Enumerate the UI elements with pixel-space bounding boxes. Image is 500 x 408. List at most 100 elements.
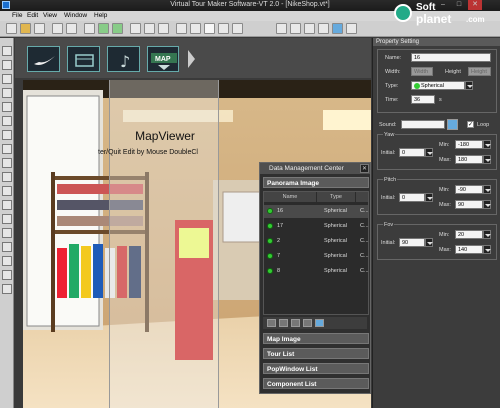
yaw-max-label: Max: bbox=[439, 157, 451, 163]
strip-next-arrow-icon[interactable] bbox=[188, 50, 195, 68]
swap-icon[interactable] bbox=[290, 23, 301, 34]
yaw-max-field[interactable]: 180 bbox=[455, 155, 483, 164]
refresh-icon[interactable] bbox=[315, 319, 324, 327]
col-extra-header[interactable] bbox=[356, 192, 368, 202]
yaw-min-field[interactable]: -180 bbox=[455, 140, 483, 149]
hotspot-tool-icon[interactable] bbox=[2, 74, 12, 84]
sphere-icon bbox=[414, 83, 420, 89]
video-tool-icon[interactable] bbox=[2, 172, 12, 182]
dmc-close-button[interactable]: ✕ bbox=[360, 164, 369, 173]
new-file-icon[interactable] bbox=[6, 23, 17, 34]
fov-max-field[interactable]: 140 bbox=[455, 245, 483, 254]
table-row[interactable]: 7 Spherical C... bbox=[264, 250, 369, 263]
table-row[interactable]: 16 Spherical C... bbox=[264, 205, 369, 218]
table-tool-icon[interactable] bbox=[2, 242, 12, 252]
move-up-icon[interactable] bbox=[291, 319, 300, 327]
fov-initial-dropdown-icon[interactable] bbox=[425, 238, 433, 247]
cut-icon[interactable] bbox=[84, 23, 95, 34]
link-tool-icon[interactable] bbox=[2, 144, 12, 154]
col-name-header[interactable]: Name bbox=[264, 192, 316, 202]
check-all-icon[interactable] bbox=[112, 23, 123, 34]
pitch-max-dropdown-icon[interactable] bbox=[483, 200, 491, 209]
pitch-min-label: Min: bbox=[439, 187, 450, 193]
pitch-initial-dropdown-icon[interactable] bbox=[425, 193, 433, 202]
save-icon[interactable] bbox=[34, 23, 45, 34]
section-map-image[interactable]: Map Image bbox=[263, 333, 369, 344]
zoom-icon[interactable] bbox=[130, 23, 141, 34]
export-icon[interactable] bbox=[232, 23, 243, 34]
section-panorama-image[interactable]: Panorama Image bbox=[263, 177, 369, 188]
redo-icon[interactable] bbox=[66, 23, 77, 34]
map-tool-icon[interactable] bbox=[2, 214, 12, 224]
menu-file[interactable]: File bbox=[12, 12, 22, 19]
image-icon[interactable] bbox=[276, 23, 287, 34]
pitch-max-label: Max: bbox=[439, 202, 451, 208]
pitch-min-field[interactable]: -90 bbox=[455, 185, 483, 194]
camera-icon[interactable] bbox=[158, 23, 169, 34]
yaw-initial-dropdown-icon[interactable] bbox=[425, 148, 433, 157]
layers-icon[interactable] bbox=[218, 23, 229, 34]
add-icon[interactable] bbox=[267, 319, 276, 327]
page-icon[interactable] bbox=[144, 23, 155, 34]
name-field[interactable]: 16 bbox=[411, 53, 491, 62]
menu-help[interactable]: Help bbox=[94, 12, 107, 19]
package-icon[interactable] bbox=[346, 23, 357, 34]
type-dropdown-arrow-icon[interactable] bbox=[465, 81, 473, 90]
fov-initial-field[interactable]: 90 bbox=[399, 238, 425, 247]
sound-field[interactable] bbox=[401, 120, 445, 129]
map-viewer-overlay[interactable]: MapViewer ter/Quit Edit by Mouse DoubleC… bbox=[98, 80, 219, 408]
sound-browse-icon[interactable] bbox=[447, 119, 458, 130]
table-row[interactable]: 8 Spherical C... bbox=[264, 265, 369, 278]
sound-tool-icon[interactable] bbox=[2, 158, 12, 168]
table-row[interactable]: 2 Spherical C... bbox=[264, 235, 369, 248]
fov-max-dropdown-icon[interactable] bbox=[483, 245, 491, 254]
yaw-max-dropdown-icon[interactable] bbox=[483, 155, 491, 164]
pitch-min-dropdown-icon[interactable] bbox=[483, 185, 491, 194]
text-a-tool-icon[interactable] bbox=[2, 284, 12, 294]
layout-tool-icon[interactable] bbox=[2, 200, 12, 210]
remove-icon[interactable] bbox=[279, 319, 288, 327]
monitor-icon[interactable] bbox=[304, 23, 315, 34]
open-folder-icon[interactable] bbox=[20, 23, 31, 34]
pitch-initial-field[interactable]: 0 bbox=[399, 193, 425, 202]
select-tool-icon[interactable] bbox=[2, 46, 12, 56]
settings-icon[interactable] bbox=[176, 23, 187, 34]
section-popwindow-list[interactable]: PopWindow List bbox=[263, 363, 369, 374]
undo-icon[interactable] bbox=[52, 23, 63, 34]
yaw-min-dropdown-icon[interactable] bbox=[483, 140, 491, 149]
col-type-header[interactable]: Type bbox=[317, 192, 355, 202]
thumbnail-store[interactable] bbox=[67, 46, 100, 72]
fov-min-field[interactable]: 20 bbox=[455, 230, 483, 239]
image-tool-icon[interactable] bbox=[2, 130, 12, 140]
thumbnail-map[interactable]: MAP bbox=[147, 46, 179, 72]
fov-min-dropdown-icon[interactable] bbox=[483, 230, 491, 239]
data-management-center: Data Management Center ✕ Panorama Image … bbox=[259, 162, 371, 394]
thumbnail-music[interactable]: ♪ bbox=[107, 46, 140, 72]
polygon-tool-icon[interactable] bbox=[2, 88, 12, 98]
text-tool-icon[interactable] bbox=[2, 116, 12, 126]
thumbnail-nike[interactable] bbox=[27, 46, 60, 72]
photo-tool-icon[interactable] bbox=[2, 256, 12, 266]
web-icon[interactable] bbox=[332, 23, 343, 34]
move-down-icon[interactable] bbox=[303, 319, 312, 327]
publish-icon[interactable] bbox=[318, 23, 329, 34]
check-icon[interactable] bbox=[98, 23, 109, 34]
menu-edit[interactable]: Edit bbox=[27, 12, 38, 19]
menu-window[interactable]: Window bbox=[64, 12, 87, 19]
time-field[interactable]: 36 bbox=[411, 95, 435, 104]
pitch-max-field[interactable]: 90 bbox=[455, 200, 483, 209]
pen-tool-icon[interactable] bbox=[2, 186, 12, 196]
rect-tool-icon[interactable] bbox=[2, 102, 12, 112]
grid-icon[interactable] bbox=[204, 23, 215, 34]
menu-view[interactable]: View bbox=[43, 12, 57, 19]
type-select[interactable]: Spherical bbox=[411, 81, 465, 90]
preview-icon[interactable] bbox=[190, 23, 201, 34]
move-tool-icon[interactable] bbox=[2, 60, 12, 70]
list-tool-icon[interactable] bbox=[2, 228, 12, 238]
section-tour-list[interactable]: Tour List bbox=[263, 348, 369, 359]
table-row[interactable]: 17 Spherical C... bbox=[264, 220, 369, 233]
yaw-initial-field[interactable]: 0 bbox=[399, 148, 425, 157]
component-tool-icon[interactable] bbox=[2, 270, 12, 280]
section-component-list[interactable]: Component List bbox=[263, 378, 369, 389]
loop-checkbox[interactable]: ✓ bbox=[467, 121, 474, 128]
